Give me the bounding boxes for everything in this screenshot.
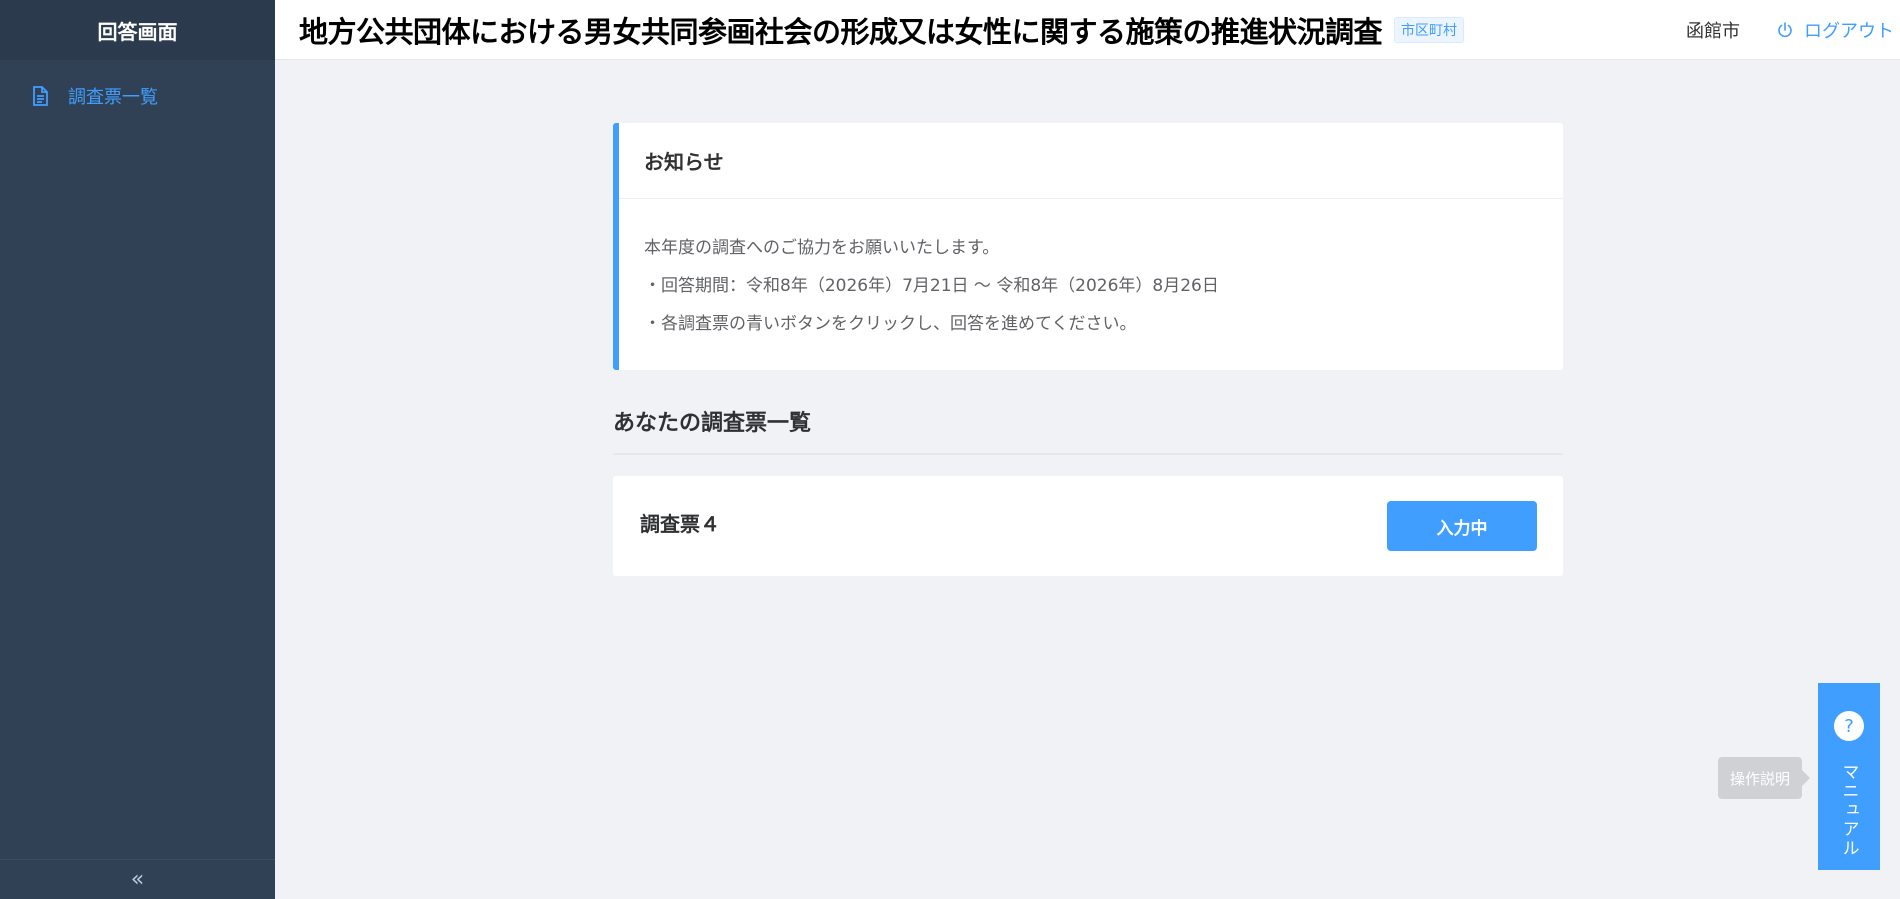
survey-name: 調査票４: [640, 512, 720, 536]
help-icon: ?: [1834, 711, 1864, 741]
category-tag: 市区町村: [1394, 16, 1465, 43]
survey-card: 調査票４ 入力中: [613, 476, 1563, 576]
notice-line: ・各調査票の青いボタンをクリックし、回答を進めてください。: [644, 314, 1137, 334]
logout-button[interactable]: ログアウト: [1776, 17, 1894, 43]
notice-line: ・回答期間：令和8年（2026年）7月21日 ～ 令和8年（2026年）8月26…: [644, 276, 1219, 296]
page-title: 地方公共団体における男女共同参画社会の形成又は女性に関する施策の推進状況調査: [299, 14, 1383, 49]
manual-tooltip: 操作説明: [1718, 757, 1810, 799]
notice-title: お知らせ: [619, 123, 1563, 199]
header-right: 函館市 ログアウト: [1686, 0, 1900, 60]
sidebar: 回答画面 調査票一覧 «: [0, 0, 275, 899]
user-name: 函館市: [1686, 20, 1740, 42]
document-icon: [28, 84, 52, 108]
top-header: 地方公共団体における男女共同参画社会の形成又は女性に関する施策の推進状況調査 市…: [275, 0, 1900, 60]
manual-button[interactable]: ? マニュアル: [1818, 683, 1880, 870]
notice-line: 本年度の調査へのご協力をお願いいたします。: [644, 238, 1000, 258]
notice-card: お知らせ 本年度の調査へのご協力をお願いいたします。 ・回答期間：令和8年（20…: [613, 123, 1563, 370]
survey-list-title: あなたの調査票一覧: [613, 405, 1563, 455]
double-chevron-left-icon: «: [130, 867, 145, 892]
sidebar-collapse-button[interactable]: «: [0, 859, 275, 899]
sidebar-item-label: 調査票一覧: [68, 87, 158, 108]
manual-label: マニュアル: [1838, 763, 1859, 858]
notice-body: 本年度の調査へのご協力をお願いいたします。 ・回答期間：令和8年（2026年）7…: [619, 199, 1563, 343]
logout-label: ログアウト: [1804, 20, 1894, 42]
power-icon: [1776, 21, 1794, 39]
survey-input-button[interactable]: 入力中: [1387, 501, 1537, 551]
sidebar-title: 回答画面: [0, 0, 275, 60]
sidebar-item-survey-list[interactable]: 調査票一覧: [0, 60, 275, 132]
